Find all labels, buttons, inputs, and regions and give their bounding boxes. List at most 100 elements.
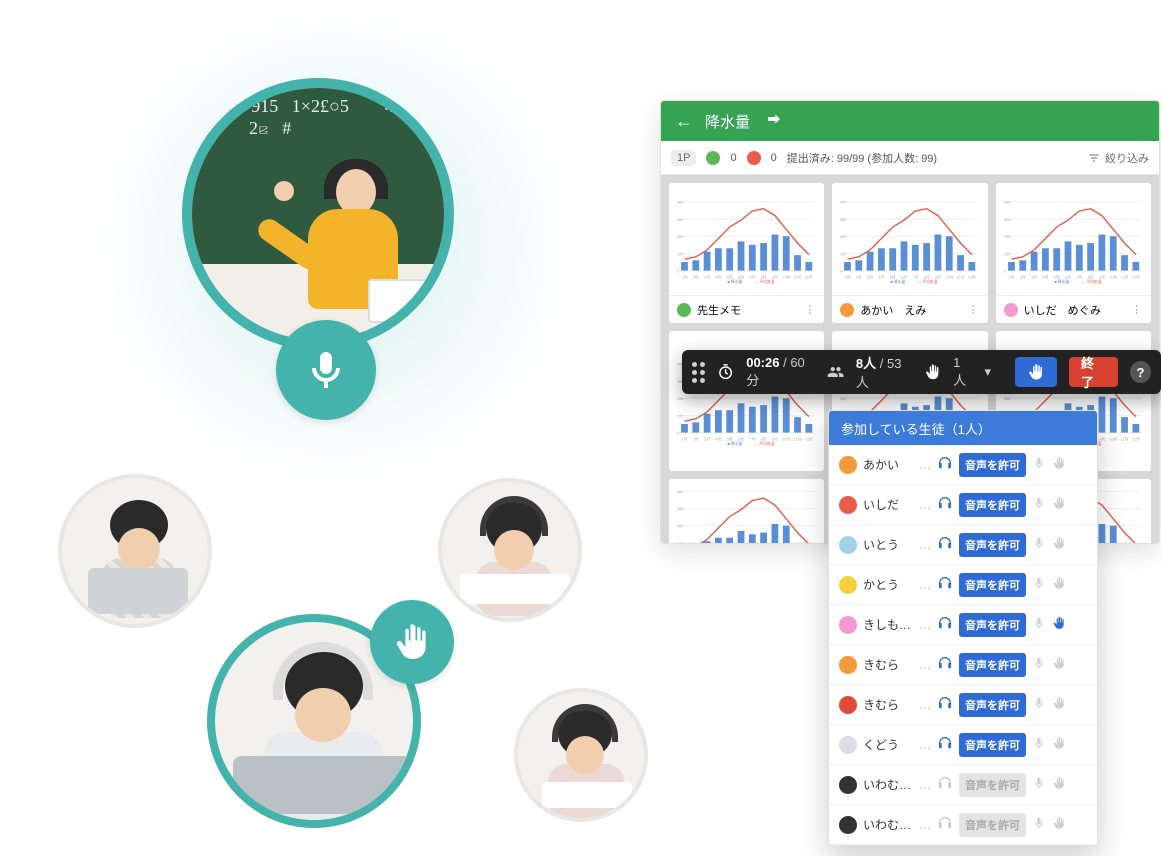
drag-handle-icon[interactable]: [692, 362, 705, 383]
student-menu-icon[interactable]: …: [919, 498, 931, 512]
svg-text:400: 400: [1004, 201, 1010, 205]
student-name: あかい: [863, 456, 913, 473]
svg-text:400: 400: [677, 490, 683, 494]
mic-status-icon: [1032, 576, 1046, 593]
student-menu-icon[interactable]: …: [919, 818, 931, 832]
student-menu-icon[interactable]: …: [919, 698, 931, 712]
svg-text:9月: 9月: [772, 274, 778, 279]
svg-text:4月: 4月: [879, 274, 885, 279]
end-button[interactable]: 終了: [1069, 357, 1118, 387]
svg-text:11月: 11月: [794, 274, 802, 279]
svg-text:9月: 9月: [1099, 274, 1105, 279]
svg-text:2月: 2月: [856, 274, 862, 279]
student-row: いしだ … 音声を許可: [829, 485, 1097, 525]
student-menu-icon[interactable]: …: [919, 618, 931, 632]
allow-audio-button[interactable]: 音声を許可: [959, 573, 1026, 597]
allow-audio-button[interactable]: 音声を許可: [959, 533, 1026, 557]
hand-icon: [370, 600, 454, 684]
svg-text:6月: 6月: [1065, 274, 1071, 279]
good-face-icon: [706, 151, 720, 165]
hand-status-icon: [1052, 576, 1066, 593]
student-menu-icon[interactable]: …: [919, 458, 931, 472]
mic-status-icon: [1032, 536, 1046, 553]
svg-text:12月: 12月: [805, 274, 813, 279]
svg-text:6月: 6月: [738, 436, 744, 441]
student-avatar: [839, 456, 857, 474]
student-menu-icon[interactable]: …: [919, 658, 931, 672]
svg-text:10月: 10月: [782, 274, 790, 279]
student-name: きむら: [863, 696, 913, 713]
svg-text:10月: 10月: [1109, 274, 1117, 279]
allow-audio-button[interactable]: 音声を許可: [959, 653, 1026, 677]
svg-text:■ 降水量: ■ 降水量: [891, 279, 906, 284]
mic-status-icon: [1032, 496, 1046, 513]
bad-face-icon: [747, 151, 761, 165]
page-title: 降水量: [705, 111, 750, 132]
student-card[interactable]: 01002003004001月2月3月4月5月6月7月8月9月10月11月12月…: [832, 183, 987, 323]
svg-text:0: 0: [840, 270, 842, 274]
back-icon[interactable]: ←: [675, 111, 693, 132]
headphone-icon: [937, 735, 953, 754]
svg-text:2月: 2月: [1019, 274, 1025, 279]
good-count: 0: [730, 152, 736, 164]
allow-audio-button[interactable]: 音声を許可: [959, 613, 1026, 637]
student-menu-icon[interactable]: …: [919, 738, 931, 752]
student-row: いわむろま … 音声を許可: [829, 805, 1097, 845]
student-popup: 参加している生徒（1人） あかい … 音声を許可 いしだ … 音声を許可 いとう…: [828, 410, 1098, 846]
timer-icon: [717, 363, 734, 381]
student-card[interactable]: 01002003004001月2月3月4月5月6月7月8月9月10月11月12月…: [669, 479, 824, 543]
allow-audio-button[interactable]: 音声を許可: [959, 453, 1026, 477]
card-menu-icon[interactable]: ⋮: [804, 303, 816, 316]
hand-button[interactable]: [1015, 357, 1057, 387]
svg-text:5月: 5月: [727, 274, 733, 279]
svg-text:200: 200: [677, 525, 683, 529]
svg-text:300: 300: [840, 218, 846, 222]
student-avatar-1: [58, 474, 212, 628]
hand-raise-icon: [924, 363, 941, 381]
svg-text:4月: 4月: [715, 436, 721, 441]
student-card[interactable]: 01002003004001月2月3月4月5月6月7月8月9月10月11月12月…: [996, 183, 1151, 323]
student-menu-icon[interactable]: …: [919, 778, 931, 792]
svg-text:1月: 1月: [845, 274, 851, 279]
allow-audio-button[interactable]: 音声を許可: [959, 733, 1026, 757]
teacher-avatar: [182, 78, 454, 350]
student-row: あかい … 音声を許可: [829, 445, 1097, 485]
student-name: かとう: [863, 576, 913, 593]
svg-text:7月: 7月: [749, 436, 755, 441]
student-menu-icon[interactable]: …: [919, 538, 931, 552]
student-row: いわむろけい … 音声を許可: [829, 765, 1097, 805]
allow-audio-button[interactable]: 音声を許可: [959, 693, 1026, 717]
svg-text:200: 200: [1004, 397, 1010, 401]
hand-dropdown-icon[interactable]: ▾: [985, 364, 992, 380]
help-icon[interactable]: ?: [1130, 361, 1151, 383]
svg-text:0: 0: [677, 432, 679, 436]
svg-text:0: 0: [1004, 270, 1006, 274]
svg-text:5月: 5月: [1053, 274, 1059, 279]
hand-count: 1人: [953, 355, 972, 389]
allow-audio-button[interactable]: 音声を許可: [959, 493, 1026, 517]
hand-status-icon: [1052, 776, 1066, 793]
student-avatar: [839, 616, 857, 634]
mic-status-icon: [1032, 456, 1046, 473]
headphone-icon: [937, 775, 953, 794]
student-menu-icon[interactable]: …: [919, 578, 931, 592]
svg-text:8月: 8月: [924, 274, 930, 279]
timer-elapsed: 00:26: [746, 355, 779, 370]
student-card[interactable]: 01002003004001月2月3月4月5月6月7月8月9月10月11月12月…: [669, 183, 824, 323]
svg-text:5月: 5月: [727, 436, 733, 441]
svg-text:100: 100: [677, 542, 683, 543]
svg-text:2月: 2月: [693, 436, 699, 441]
student-row: いとう … 音声を許可: [829, 525, 1097, 565]
card-name: いしだ めぐみ: [1024, 302, 1101, 318]
student-name: いわむろま: [863, 816, 913, 833]
card-avatar: [1004, 303, 1018, 317]
headphone-icon: [937, 695, 953, 714]
card-menu-icon[interactable]: ⋮: [968, 303, 980, 316]
filter-button[interactable]: 絞り込み: [1088, 150, 1149, 166]
share-icon[interactable]: [766, 111, 782, 131]
card-menu-icon[interactable]: ⋮: [1131, 303, 1143, 316]
svg-text:300: 300: [677, 507, 683, 511]
svg-text:7月: 7月: [1076, 274, 1082, 279]
headphone-icon: [937, 575, 953, 594]
page-pill[interactable]: 1P: [671, 150, 696, 166]
